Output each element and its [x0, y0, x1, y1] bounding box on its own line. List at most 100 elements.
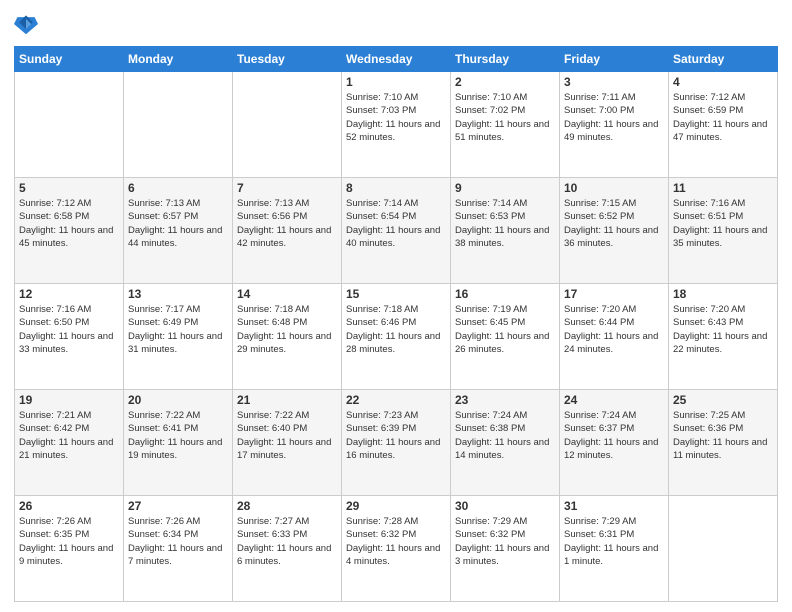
day-cell: 20 Sunrise: 7:22 AM Sunset: 6:41 PM Dayli… [124, 390, 233, 496]
day-number: 12 [19, 287, 119, 301]
day-info: Sunrise: 7:13 AM Sunset: 6:57 PM Dayligh… [128, 197, 228, 250]
day-cell [669, 496, 778, 602]
day-info: Sunrise: 7:14 AM Sunset: 6:54 PM Dayligh… [346, 197, 446, 250]
day-number: 18 [673, 287, 773, 301]
day-cell: 22Sunrise: 7:23 AM Sunset: 6:39 PM Dayli… [342, 390, 451, 496]
day-info: Sunrise: 7:23 AM Sunset: 6:39 PM Dayligh… [346, 409, 446, 462]
day-number: 2 [455, 75, 555, 89]
day-cell: 30 Sunrise: 7:29 AM Sunset: 6:32 PM Dayli… [451, 496, 560, 602]
weekday-header-saturday: Saturday [669, 47, 778, 72]
day-info: Sunrise: 7:16 AM Sunset: 6:51 PM Dayligh… [673, 197, 773, 250]
day-cell: 7 Sunrise: 7:13 AM Sunset: 6:56 PM Daylig… [233, 178, 342, 284]
page: SundayMondayTuesdayWednesdayThursdayFrid… [0, 0, 792, 612]
day-cell: 2 Sunrise: 7:10 AM Sunset: 7:02 PM Daylig… [451, 72, 560, 178]
day-number: 19 [19, 393, 119, 407]
day-cell: 1 Sunrise: 7:10 AM Sunset: 7:03 PM Daylig… [342, 72, 451, 178]
logo-icon [14, 10, 38, 38]
day-info: Sunrise: 7:24 AM Sunset: 6:37 PM Dayligh… [564, 409, 664, 462]
day-info: Sunrise: 7:18 AM Sunset: 6:48 PM Dayligh… [237, 303, 337, 356]
day-number: 24 [564, 393, 664, 407]
day-number: 17 [564, 287, 664, 301]
day-number: 9 [455, 181, 555, 195]
header [14, 10, 778, 38]
day-info: Sunrise: 7:27 AM Sunset: 6:33 PM Dayligh… [237, 515, 337, 568]
day-number: 26 [19, 499, 119, 513]
day-info: Sunrise: 7:22 AM Sunset: 6:41 PM Dayligh… [128, 409, 228, 462]
day-info: Sunrise: 7:16 AM Sunset: 6:50 PM Dayligh… [19, 303, 119, 356]
day-number: 3 [564, 75, 664, 89]
week-row-3: 19 Sunrise: 7:21 AM Sunset: 6:42 PM Dayli… [15, 390, 778, 496]
weekday-header-friday: Friday [560, 47, 669, 72]
day-cell [233, 72, 342, 178]
day-info: Sunrise: 7:20 AM Sunset: 6:43 PM Dayligh… [673, 303, 773, 356]
day-cell: 27 Sunrise: 7:26 AM Sunset: 6:34 PM Dayli… [124, 496, 233, 602]
day-info: Sunrise: 7:18 AM Sunset: 6:46 PM Dayligh… [346, 303, 446, 356]
day-cell: 31 Sunrise: 7:29 AM Sunset: 6:31 PM Dayli… [560, 496, 669, 602]
day-info: Sunrise: 7:22 AM Sunset: 6:40 PM Dayligh… [237, 409, 337, 462]
day-cell: 4 Sunrise: 7:12 AM Sunset: 6:59 PM Daylig… [669, 72, 778, 178]
day-info: Sunrise: 7:26 AM Sunset: 6:35 PM Dayligh… [19, 515, 119, 568]
week-row-1: 5 Sunrise: 7:12 AM Sunset: 6:58 PM Daylig… [15, 178, 778, 284]
day-cell: 29 Sunrise: 7:28 AM Sunset: 6:32 PM Dayli… [342, 496, 451, 602]
weekday-header-thursday: Thursday [451, 47, 560, 72]
day-cell: 17 Sunrise: 7:20 AM Sunset: 6:44 PM Dayli… [560, 284, 669, 390]
day-info: Sunrise: 7:12 AM Sunset: 6:59 PM Dayligh… [673, 91, 773, 144]
day-number: 7 [237, 181, 337, 195]
day-number: 23 [455, 393, 555, 407]
day-info: Sunrise: 7:10 AM Sunset: 7:02 PM Dayligh… [455, 91, 555, 144]
day-info: Sunrise: 7:13 AM Sunset: 6:56 PM Dayligh… [237, 197, 337, 250]
day-info: Sunrise: 7:10 AM Sunset: 7:03 PM Dayligh… [346, 91, 446, 144]
day-cell [124, 72, 233, 178]
week-row-2: 12 Sunrise: 7:16 AM Sunset: 6:50 PM Dayli… [15, 284, 778, 390]
day-info: Sunrise: 7:21 AM Sunset: 6:42 PM Dayligh… [19, 409, 119, 462]
day-cell [15, 72, 124, 178]
weekday-header-row: SundayMondayTuesdayWednesdayThursdayFrid… [15, 47, 778, 72]
day-cell: 23Sunrise: 7:24 AM Sunset: 6:38 PM Dayli… [451, 390, 560, 496]
day-number: 29 [346, 499, 446, 513]
day-number: 4 [673, 75, 773, 89]
day-info: Sunrise: 7:25 AM Sunset: 6:36 PM Dayligh… [673, 409, 773, 462]
day-number: 1 [346, 75, 446, 89]
day-number: 16 [455, 287, 555, 301]
day-number: 5 [19, 181, 119, 195]
day-info: Sunrise: 7:19 AM Sunset: 6:45 PM Dayligh… [455, 303, 555, 356]
day-info: Sunrise: 7:11 AM Sunset: 7:00 PM Dayligh… [564, 91, 664, 144]
day-cell: 16 Sunrise: 7:19 AM Sunset: 6:45 PM Dayli… [451, 284, 560, 390]
day-cell: 24 Sunrise: 7:24 AM Sunset: 6:37 PM Dayli… [560, 390, 669, 496]
day-number: 27 [128, 499, 228, 513]
day-cell: 12 Sunrise: 7:16 AM Sunset: 6:50 PM Dayli… [15, 284, 124, 390]
day-number: 31 [564, 499, 664, 513]
day-number: 14 [237, 287, 337, 301]
day-number: 21 [237, 393, 337, 407]
day-info: Sunrise: 7:14 AM Sunset: 6:53 PM Dayligh… [455, 197, 555, 250]
day-info: Sunrise: 7:26 AM Sunset: 6:34 PM Dayligh… [128, 515, 228, 568]
day-number: 20 [128, 393, 228, 407]
weekday-header-tuesday: Tuesday [233, 47, 342, 72]
day-cell: 8Sunrise: 7:14 AM Sunset: 6:54 PM Daylig… [342, 178, 451, 284]
day-number: 13 [128, 287, 228, 301]
day-cell: 28 Sunrise: 7:27 AM Sunset: 6:33 PM Dayli… [233, 496, 342, 602]
day-number: 6 [128, 181, 228, 195]
logo [14, 10, 42, 38]
weekday-header-wednesday: Wednesday [342, 47, 451, 72]
weekday-header-sunday: Sunday [15, 47, 124, 72]
week-row-4: 26 Sunrise: 7:26 AM Sunset: 6:35 PM Dayli… [15, 496, 778, 602]
day-info: Sunrise: 7:28 AM Sunset: 6:32 PM Dayligh… [346, 515, 446, 568]
day-number: 11 [673, 181, 773, 195]
day-number: 30 [455, 499, 555, 513]
weekday-header-monday: Monday [124, 47, 233, 72]
day-info: Sunrise: 7:12 AM Sunset: 6:58 PM Dayligh… [19, 197, 119, 250]
day-info: Sunrise: 7:20 AM Sunset: 6:44 PM Dayligh… [564, 303, 664, 356]
day-info: Sunrise: 7:15 AM Sunset: 6:52 PM Dayligh… [564, 197, 664, 250]
day-number: 28 [237, 499, 337, 513]
day-cell: 11 Sunrise: 7:16 AM Sunset: 6:51 PM Dayli… [669, 178, 778, 284]
day-cell: 25Sunrise: 7:25 AM Sunset: 6:36 PM Dayli… [669, 390, 778, 496]
day-cell: 3 Sunrise: 7:11 AM Sunset: 7:00 PM Daylig… [560, 72, 669, 178]
day-cell: 10Sunrise: 7:15 AM Sunset: 6:52 PM Dayli… [560, 178, 669, 284]
day-info: Sunrise: 7:29 AM Sunset: 6:32 PM Dayligh… [455, 515, 555, 568]
day-cell: 19 Sunrise: 7:21 AM Sunset: 6:42 PM Dayli… [15, 390, 124, 496]
calendar: SundayMondayTuesdayWednesdayThursdayFrid… [14, 46, 778, 602]
day-info: Sunrise: 7:17 AM Sunset: 6:49 PM Dayligh… [128, 303, 228, 356]
day-cell: 14 Sunrise: 7:18 AM Sunset: 6:48 PM Dayli… [233, 284, 342, 390]
day-info: Sunrise: 7:29 AM Sunset: 6:31 PM Dayligh… [564, 515, 664, 568]
